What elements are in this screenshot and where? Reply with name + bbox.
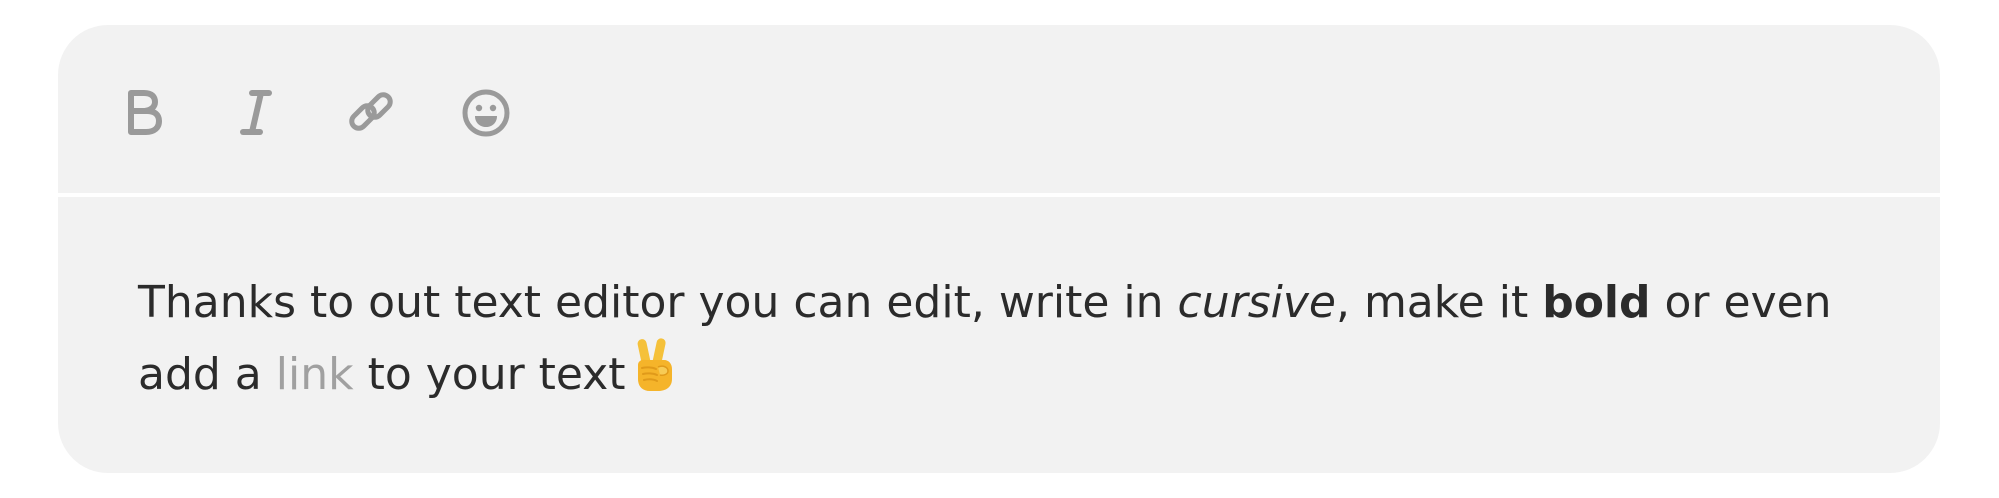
emoji-button[interactable] — [456, 83, 516, 143]
italic-button[interactable] — [225, 83, 285, 143]
link-button[interactable] — [341, 83, 401, 143]
link-icon — [349, 92, 393, 131]
editor-content[interactable]: Thanks to out text editor you can edit, … — [138, 271, 1898, 411]
content-text: , make it — [1335, 277, 1543, 328]
smiley-icon — [462, 89, 510, 137]
toolbar-divider — [58, 193, 1940, 197]
content-link[interactable]: link — [276, 349, 354, 400]
italic-icon — [240, 90, 272, 135]
bold-icon — [128, 90, 162, 135]
italic-text: cursive — [1177, 277, 1336, 328]
editor-toolbar — [58, 25, 1940, 193]
bold-text: bold — [1542, 277, 1651, 328]
bold-button[interactable] — [114, 83, 174, 143]
text-editor: Thanks to out text editor you can edit, … — [58, 25, 1940, 473]
content-text: to your text — [353, 349, 626, 400]
victory-hand-emoji-icon — [632, 335, 676, 411]
content-text: Thanks to out text editor you can edit, … — [138, 277, 1178, 328]
